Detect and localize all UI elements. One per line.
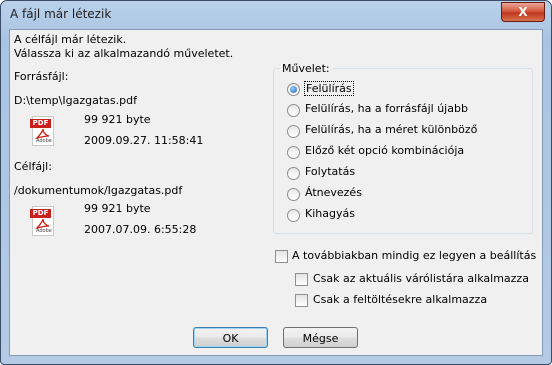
queue-only-label[interactable]: Csak az aktuális várólistára alkalmazza bbox=[313, 272, 529, 285]
uploads-only-label[interactable]: Csak a feltöltésekre alkalmazza bbox=[313, 293, 487, 306]
uploads-only-checkbox[interactable] bbox=[295, 294, 308, 307]
radio-label[interactable]: Folytatás bbox=[305, 165, 355, 178]
dialog-content: A célfájl már létezik. Válassza ki az al… bbox=[9, 29, 543, 356]
target-size: 99 921 byte bbox=[84, 202, 151, 215]
target-pdf-icon: PDF Adobe bbox=[30, 206, 54, 236]
target-path: /dokumentumok/Igazgatas.pdf bbox=[14, 184, 183, 197]
dialog-window: A fájl már létezik X A célfájl már létez… bbox=[0, 0, 552, 365]
close-button[interactable]: X bbox=[501, 2, 545, 22]
radio-overwrite-if-newer[interactable] bbox=[287, 104, 300, 117]
operation-legend: Művelet: bbox=[282, 62, 330, 75]
ok-button[interactable]: OK bbox=[193, 327, 268, 348]
radio-combination[interactable] bbox=[287, 146, 300, 159]
title-bar[interactable]: A fájl már létezik X bbox=[1, 1, 551, 28]
source-pdf-icon: PDF Adobe bbox=[30, 116, 54, 146]
radio-rename[interactable] bbox=[287, 188, 300, 201]
window-title: A fájl már létezik bbox=[10, 7, 112, 21]
source-size: 99 921 byte bbox=[84, 113, 151, 126]
radio-label[interactable]: Felülírás, ha a forrásfájl újabb bbox=[305, 102, 468, 115]
info-line-2: Válassza ki az alkalmazandó műveletet. bbox=[14, 47, 234, 60]
radio-overwrite-if-size-differs[interactable] bbox=[287, 125, 300, 138]
radio-label[interactable]: Felülírás, ha a méret különböző bbox=[305, 123, 477, 136]
source-path: D:\temp\Igazgatas.pdf bbox=[14, 94, 137, 107]
queue-only-checkbox[interactable] bbox=[295, 273, 308, 286]
radio-label[interactable]: Felülírás bbox=[304, 81, 354, 96]
always-apply-checkbox[interactable] bbox=[275, 250, 288, 263]
target-label: Célfájl: bbox=[14, 160, 52, 173]
radio-resume[interactable] bbox=[287, 167, 300, 180]
radio-label[interactable]: Kihagyás bbox=[305, 207, 355, 220]
target-date: 2007.07.09. 6:55:28 bbox=[84, 223, 197, 236]
info-line-1: A célfájl már létezik. bbox=[14, 33, 127, 46]
radio-skip[interactable] bbox=[287, 209, 300, 222]
close-icon: X bbox=[518, 5, 528, 19]
radio-label[interactable]: Átnevezés bbox=[305, 186, 362, 199]
radio-label[interactable]: Előző két opció kombinációja bbox=[305, 144, 464, 157]
source-label: Forrásfájl: bbox=[14, 70, 69, 83]
cancel-button[interactable]: Mégse bbox=[283, 327, 358, 348]
always-apply-label[interactable]: A továbbiakban mindig ez legyen a beállí… bbox=[292, 249, 536, 262]
source-date: 2009.09.27. 11:58:41 bbox=[84, 134, 204, 147]
radio-overwrite[interactable] bbox=[287, 83, 300, 96]
